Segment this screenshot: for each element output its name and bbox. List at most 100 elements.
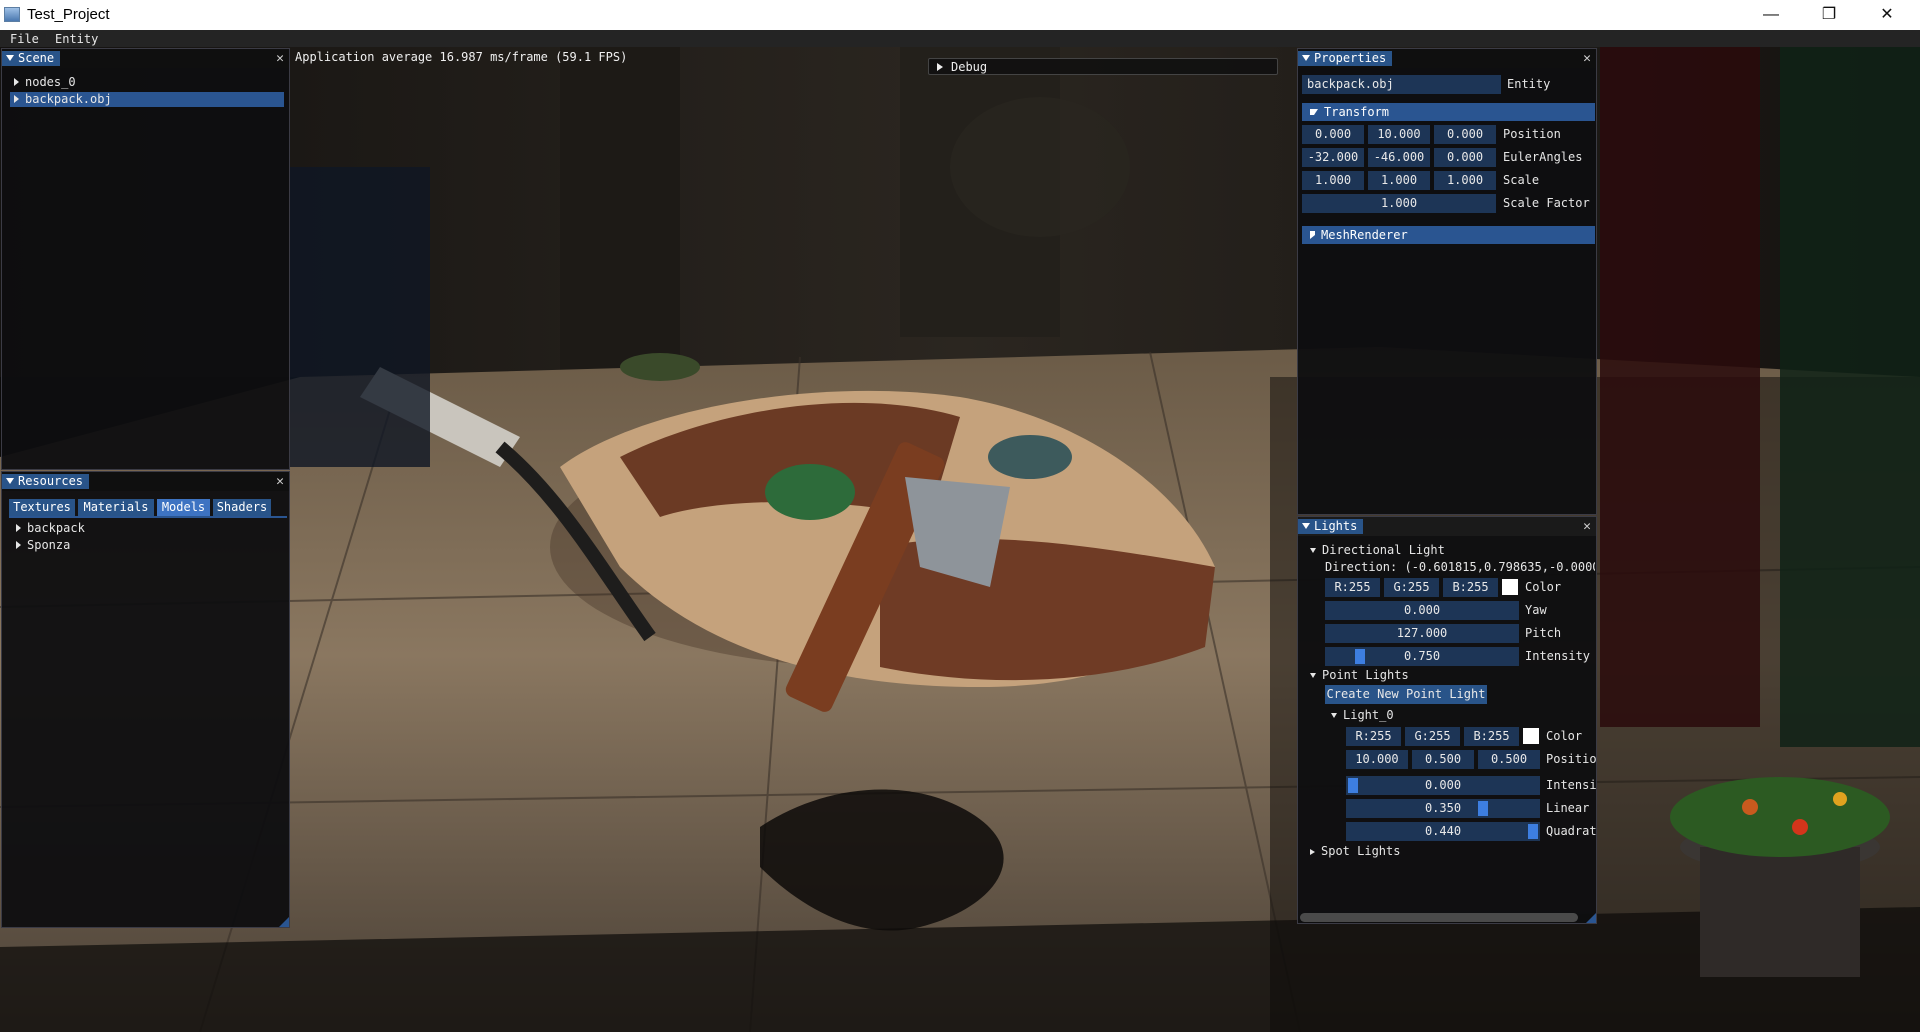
chevron-right-icon: [16, 524, 21, 532]
resources-tab-bar: Textures Materials Models Shaders: [9, 499, 287, 518]
tab-models[interactable]: Models: [157, 499, 210, 516]
pl-position-z-field[interactable]: 0.500: [1478, 750, 1540, 769]
dir-color-b-field[interactable]: B:255: [1443, 578, 1498, 597]
collapse-icon: [1302, 55, 1310, 61]
resources-panel-title: Resources: [18, 474, 84, 488]
create-point-light-button[interactable]: Create New Point Light: [1325, 685, 1487, 704]
position-y-field[interactable]: 10.000: [1368, 125, 1430, 144]
maximize-button[interactable]: ❐: [1800, 0, 1858, 30]
chevron-right-icon: [1310, 849, 1315, 855]
euler-y-field[interactable]: -46.000: [1368, 148, 1430, 167]
properties-panel-tab[interactable]: Properties: [1298, 51, 1393, 66]
scene-item-backpack[interactable]: backpack.obj: [10, 92, 284, 107]
scale-y-field[interactable]: 1.000: [1368, 171, 1430, 190]
tab-shaders[interactable]: Shaders: [213, 499, 271, 516]
close-icon[interactable]: ✕: [276, 51, 284, 66]
pl-quadratic-label: Quadrat: [1546, 824, 1597, 838]
close-icon[interactable]: ✕: [276, 474, 284, 489]
collapse-icon: [6, 478, 14, 484]
slider-grab[interactable]: [1355, 649, 1365, 664]
pl-linear-value: 0.350: [1424, 801, 1462, 815]
scene-item-nodes-0[interactable]: nodes_0: [14, 75, 284, 90]
window-title-bar: Test_Project — ❐ ✕: [0, 0, 1920, 30]
chevron-right-icon: [14, 95, 19, 103]
meshrenderer-header[interactable]: MeshRenderer: [1302, 226, 1595, 244]
pl-intensity-slider[interactable]: 0.000: [1346, 776, 1540, 795]
close-window-button[interactable]: ✕: [1858, 0, 1916, 30]
pl-quadratic-slider[interactable]: 0.440: [1346, 822, 1540, 841]
transform-header[interactable]: Transform: [1302, 103, 1595, 121]
euler-x-field[interactable]: -32.000: [1302, 148, 1364, 167]
menu-file[interactable]: File: [10, 32, 39, 46]
spot-lights-node[interactable]: Spot Lights: [1310, 844, 1400, 859]
yaw-field[interactable]: 0.000: [1325, 601, 1519, 620]
dir-intensity-value: 0.750: [1403, 649, 1441, 663]
directional-light-node[interactable]: Directional Light: [1310, 543, 1445, 558]
slider-grab[interactable]: [1528, 824, 1538, 839]
close-icon[interactable]: ✕: [1583, 519, 1591, 534]
resources-panel-titlebar[interactable]: Resources ✕: [2, 472, 289, 491]
pitch-field[interactable]: 127.000: [1325, 624, 1519, 643]
menu-entity[interactable]: Entity: [55, 32, 98, 46]
scale-x-field[interactable]: 1.000: [1302, 171, 1364, 190]
horizontal-scrollbar[interactable]: [1300, 913, 1578, 922]
scene-panel-titlebar[interactable]: Scene ✕: [2, 49, 289, 68]
pl-linear-label: Linear: [1546, 801, 1590, 815]
directional-light-label: Directional Light: [1322, 543, 1445, 557]
light-0-label: Light_0: [1343, 708, 1394, 722]
chevron-down-icon: [1331, 713, 1337, 718]
pl-color-r-field[interactable]: R:255: [1346, 727, 1401, 746]
entity-label: Entity: [1507, 77, 1551, 91]
pl-color-b-field[interactable]: B:255: [1464, 727, 1519, 746]
chevron-down-icon: [1310, 109, 1318, 115]
pl-color-g-field[interactable]: G:255: [1405, 727, 1460, 746]
pl-position-x-field[interactable]: 10.000: [1346, 750, 1408, 769]
debug-window-header[interactable]: Debug: [928, 58, 1278, 75]
resource-item-backpack[interactable]: backpack: [16, 521, 85, 536]
scene-panel-tab[interactable]: Scene: [2, 51, 61, 66]
pl-color-label: Color: [1546, 729, 1583, 743]
properties-panel-title: Properties: [1314, 51, 1387, 65]
pl-position-y-field[interactable]: 0.500: [1412, 750, 1474, 769]
minimize-button[interactable]: —: [1742, 0, 1800, 30]
tab-textures[interactable]: Textures: [9, 499, 75, 516]
collapse-icon: [6, 55, 14, 61]
chevron-down-icon: [1310, 673, 1316, 678]
slider-grab[interactable]: [1348, 778, 1358, 793]
point-lights-node[interactable]: Point Lights: [1310, 668, 1409, 683]
properties-panel-titlebar[interactable]: Properties ✕: [1298, 49, 1596, 68]
point-lights-label: Point Lights: [1322, 668, 1409, 682]
position-x-field[interactable]: 0.000: [1302, 125, 1364, 144]
dir-color-r-field[interactable]: R:255: [1325, 578, 1380, 597]
pl-color-swatch[interactable]: [1523, 728, 1539, 744]
resize-grip[interactable]: [1586, 913, 1596, 923]
light-0-node[interactable]: Light_0: [1331, 708, 1394, 723]
position-z-field[interactable]: 0.000: [1434, 125, 1496, 144]
position-label: Position: [1503, 127, 1561, 141]
scale-factor-field[interactable]: 1.000: [1302, 194, 1496, 213]
resources-panel: Resources ✕ Textures Materials Models Sh…: [1, 471, 290, 928]
close-icon[interactable]: ✕: [1583, 51, 1591, 66]
dir-color-swatch[interactable]: [1502, 579, 1518, 595]
pl-quadratic-value: 0.440: [1424, 824, 1462, 838]
scene-panel: Scene ✕ nodes_0 backpack.obj: [1, 48, 290, 470]
lights-panel-titlebar[interactable]: Lights ✕: [1298, 517, 1596, 536]
lights-panel-tab[interactable]: Lights: [1298, 519, 1364, 534]
euler-z-field[interactable]: 0.000: [1434, 148, 1496, 167]
pl-intensity-label: Intensi: [1546, 778, 1597, 792]
dir-intensity-slider[interactable]: 0.750: [1325, 647, 1519, 666]
lights-panel: Lights ✕ Directional Light Direction: (-…: [1297, 516, 1597, 924]
scene-item-label: backpack.obj: [25, 92, 112, 106]
resize-grip[interactable]: [279, 917, 289, 927]
pl-linear-slider[interactable]: 0.350: [1346, 799, 1540, 818]
tab-materials[interactable]: Materials: [78, 499, 154, 516]
slider-grab[interactable]: [1478, 801, 1488, 816]
resources-panel-tab[interactable]: Resources: [2, 474, 90, 489]
yaw-label: Yaw: [1525, 603, 1547, 617]
spot-lights-label: Spot Lights: [1321, 844, 1401, 858]
app-icon: [4, 7, 20, 22]
entity-name-field[interactable]: backpack.obj: [1302, 75, 1501, 94]
dir-color-g-field[interactable]: G:255: [1384, 578, 1439, 597]
scale-z-field[interactable]: 1.000: [1434, 171, 1496, 190]
resource-item-sponza[interactable]: Sponza: [16, 538, 70, 553]
